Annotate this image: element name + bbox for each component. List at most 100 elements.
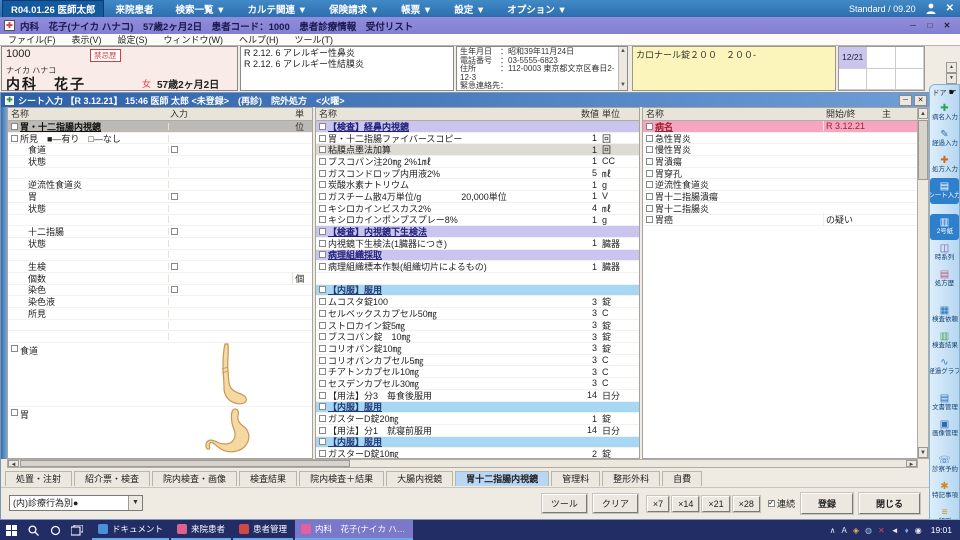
sidebar-button[interactable]: ▣ 画像管理 — [930, 416, 959, 442]
tray-bluetooth-icon[interactable]: ♦ — [905, 526, 909, 535]
row-checkbox[interactable] — [319, 228, 326, 235]
search-icon[interactable] — [22, 520, 44, 540]
row-checkbox[interactable] — [319, 193, 326, 200]
input-checkbox[interactable] — [171, 286, 178, 293]
close-button[interactable]: 閉じる — [859, 493, 920, 514]
sheet-tab[interactable]: 大腸内視鏡 — [386, 471, 453, 486]
start-button[interactable] — [0, 520, 22, 540]
row-checkbox[interactable] — [319, 240, 326, 247]
sheet-tab[interactable]: 院内検査＋結果 — [299, 471, 384, 486]
sidebar-button[interactable]: ◫ 時系列 — [930, 240, 959, 266]
menubar-item[interactable]: 表示(V) — [64, 33, 110, 46]
multiplier-button[interactable]: ×7 — [647, 496, 669, 512]
row-checkbox[interactable] — [646, 123, 653, 130]
top-menu-item[interactable]: オプション ▼ — [496, 2, 578, 16]
sidebar-button[interactable] — [930, 442, 959, 452]
row-checkbox[interactable] — [319, 415, 326, 422]
stomach-row[interactable]: 胃 — [8, 407, 312, 459]
taskbar-app-button[interactable]: 患者管理 — [233, 520, 293, 540]
hidden-icons-chevron[interactable]: ∧ — [830, 526, 836, 535]
row-checkbox[interactable] — [319, 345, 326, 352]
row-checkbox[interactable] — [319, 158, 326, 165]
task-view-icon[interactable] — [66, 520, 88, 540]
row-checkbox[interactable] — [646, 158, 653, 165]
row-checkbox[interactable] — [319, 450, 326, 457]
top-menu-item[interactable]: 来院患者 — [104, 2, 164, 16]
finding-row[interactable] — [8, 320, 312, 332]
row-checkbox[interactable] — [646, 181, 653, 188]
row-checkbox[interactable] — [319, 427, 326, 434]
sheet-tab[interactable]: 胃十二指腸内視鏡 — [455, 471, 549, 486]
row-checkbox[interactable] — [646, 170, 653, 177]
menubar-item[interactable]: ツール(T) — [287, 33, 342, 46]
row-checkbox[interactable] — [319, 135, 326, 142]
sidebar-button[interactable]: ✚ 処方入力 — [930, 152, 959, 178]
finding-row[interactable]: 状態 — [8, 203, 312, 215]
minimize-icon[interactable]: ─ — [906, 20, 920, 32]
row-checkbox[interactable] — [319, 310, 326, 317]
menubar-item[interactable]: ウィンドウ(W) — [156, 33, 232, 46]
sheet-tab[interactable]: 紹介票・検査 — [74, 471, 150, 486]
sheet-tab[interactable]: 整形外科 — [602, 471, 660, 486]
row-checkbox[interactable] — [319, 368, 326, 375]
sidebar-button[interactable] — [930, 292, 959, 302]
row-checkbox[interactable] — [11, 123, 18, 130]
row-checkbox[interactable] — [319, 333, 326, 340]
top-menu-item[interactable]: 設定 ▼ — [443, 2, 496, 16]
sidebar-button[interactable]: ▥ 2号紙 — [930, 214, 959, 240]
door-icon[interactable]: ドア — [932, 88, 946, 98]
row-checkbox[interactable] — [319, 438, 326, 445]
sidebar-button[interactable]: ▤ 文書管理 — [930, 390, 959, 416]
sheet-tab[interactable]: 検査結果 — [239, 471, 297, 486]
row-checkbox[interactable] — [319, 205, 326, 212]
taskbar-app-button[interactable]: ドキュメント — [92, 520, 169, 540]
maximize-icon[interactable]: □ — [923, 20, 937, 32]
esophagus-row[interactable]: 食道 — [8, 343, 312, 407]
info-scrollbar[interactable]: ▲▼ — [618, 47, 627, 90]
row-checkbox[interactable] — [319, 216, 326, 223]
top-menu-item[interactable]: 検索一覧 ▼ — [165, 2, 237, 16]
sidebar-button[interactable]: ✎ 経過入力 — [930, 126, 959, 152]
sidebar-button[interactable]: ▤ 処方歴 — [930, 266, 959, 292]
continuous-checkbox[interactable]: 連続 — [768, 497, 795, 510]
sidebar-button[interactable]: ✱ 特記事項 — [930, 478, 959, 504]
menubar-item[interactable]: ファイル(F) — [0, 33, 64, 46]
row-checkbox[interactable] — [11, 135, 18, 142]
menubar-item[interactable]: ヘルプ(H) — [231, 33, 287, 46]
tray-network-icon[interactable]: ◍ — [865, 526, 872, 535]
finding-row[interactable] — [8, 331, 312, 343]
register-button[interactable]: 登録 — [801, 493, 853, 514]
sidebar-button[interactable]: ✚ 病名入力 — [930, 100, 959, 126]
row-checkbox[interactable] — [319, 251, 326, 258]
input-checkbox[interactable] — [171, 228, 178, 235]
top-menu-item[interactable]: 保険請求 ▼ — [318, 2, 390, 16]
horizontal-scrollbar[interactable]: ◄► — [7, 459, 918, 468]
vertical-scrollbar[interactable]: ▲▼ — [917, 107, 929, 459]
taskbar-app-button[interactable]: 来院患者 — [171, 520, 231, 540]
sidebar-button[interactable] — [930, 204, 959, 214]
multiplier-button[interactable]: ×14 — [672, 496, 699, 512]
input-checkbox[interactable] — [171, 146, 178, 153]
tray-volume-icon[interactable]: ◄ — [891, 526, 899, 535]
menubar-item[interactable]: 設定(S) — [110, 33, 156, 46]
sheet-close-icon[interactable]: ✕ — [914, 95, 927, 106]
row-checkbox[interactable] — [319, 181, 326, 188]
input-checkbox[interactable] — [171, 263, 178, 270]
sidebar-button[interactable]: ▥ 検査結果 — [930, 328, 959, 354]
row-checkbox[interactable] — [646, 216, 653, 223]
row-checkbox[interactable] — [319, 357, 326, 364]
row-checkbox[interactable] — [646, 193, 653, 200]
input-checkbox[interactable] — [171, 193, 178, 200]
sidebar-button[interactable]: ▤ シート入力 — [930, 178, 959, 204]
chevron-down-icon[interactable]: ▼ — [128, 496, 142, 510]
sidebar-button[interactable]: ∿ 経過グラフ — [930, 354, 959, 380]
row-checkbox[interactable] — [319, 263, 326, 270]
sheet-tab[interactable]: 処置・注射 — [5, 471, 72, 486]
finding-row[interactable]: 状態 — [8, 156, 312, 168]
tool-button[interactable]: ツール — [542, 494, 587, 513]
taskbar-app-button[interactable]: 内科 花子(ナイカ ハナコ) … — [295, 520, 413, 540]
tray-folder-icon[interactable]: ◈ — [853, 526, 859, 535]
row-checkbox[interactable] — [646, 146, 653, 153]
row-checkbox[interactable] — [319, 123, 326, 130]
app-close-icon[interactable]: ✕ — [946, 3, 954, 14]
